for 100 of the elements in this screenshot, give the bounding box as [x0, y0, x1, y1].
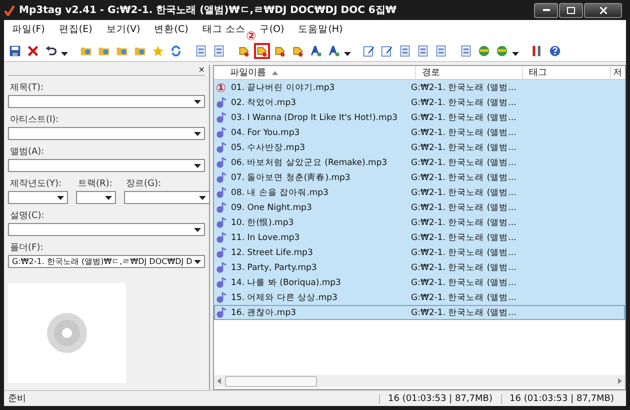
menu-item[interactable]: 편집(E): [52, 22, 98, 36]
toolbar-button[interactable]: [308, 43, 324, 59]
path-cell-text: G:₩2-1. 한국노래 (앨범...: [411, 142, 518, 154]
filename-cell-text: 10. 한(恨).mp3: [230, 216, 295, 228]
tag-icon: [274, 45, 286, 57]
menu-item[interactable]: 보기(V): [100, 22, 146, 36]
star-icon: [152, 45, 164, 57]
file-row[interactable]: 10. 한(恨).mp3 G:₩2-1. 한국노래 (앨범...: [214, 215, 625, 230]
horizontal-scrollbar[interactable]: [214, 375, 625, 387]
file-row[interactable]: 05. 수사반장.mp3 G:₩2-1. 한국노래 (앨범...: [214, 140, 625, 155]
field-label: 제작년도(Y):: [10, 178, 63, 190]
folder-icon: [98, 45, 110, 57]
scroll-left-icon[interactable]: [217, 378, 221, 384]
toolbar-button[interactable]: [547, 43, 563, 59]
minimize-button[interactable]: [534, 2, 558, 18]
menu-item[interactable]: 도움말(H): [292, 22, 349, 36]
caret-icon[interactable]: [61, 52, 68, 56]
scroll-right-icon[interactable]: [618, 378, 622, 384]
field-label: 폴더(F):: [10, 242, 44, 254]
status-message: 준비: [8, 393, 27, 405]
toolbar-button[interactable]: [326, 43, 342, 59]
music-file-icon: [216, 112, 226, 123]
combo-box[interactable]: [76, 191, 116, 204]
tag-icon: [256, 45, 268, 57]
path-cell-text: G:₩2-1. 한국노래 (앨범...: [411, 126, 518, 138]
path-cell-text: G:₩2-1. 한국노래 (앨범...: [411, 262, 518, 274]
document-icon: [195, 45, 207, 57]
tag-icon: [238, 45, 250, 57]
file-row[interactable]: 06. 바보처럼 살았군요 (Remake).mp3 G:₩2-1. 한국노래 (앨범...: [214, 155, 625, 170]
caret-icon[interactable]: [344, 52, 351, 56]
menu-item[interactable]: 파일(F): [6, 22, 51, 36]
close-button[interactable]: ×: [198, 66, 205, 74]
edit-icon: [363, 45, 375, 57]
file-row[interactable]: 03. I Wanna (Drop It Like It's Hot!).mp3 G:₩2-1. 한국노래 (앨범...: [214, 110, 625, 125]
path-cell-text: G:₩2-1. 한국노래 (앨범...: [411, 156, 518, 168]
minimize-icon: [542, 9, 550, 11]
file-row[interactable]: 15. 어제와 다른 상상.mp3 G:₩2-1. 한국노래 (앨범...: [214, 290, 625, 305]
column-header[interactable]: 저: [613, 66, 622, 79]
file-row[interactable]: 02. 착었어.mp3 G:₩2-1. 한국노래 (앨범...: [214, 95, 625, 110]
close-button[interactable]: [584, 2, 622, 18]
path-cell-text: G:₩2-1. 한국노래 (앨범...: [411, 276, 518, 288]
filename-cell-text: 01. 끝나버린 이야기.mp3: [230, 82, 336, 94]
path-cell-text: G:₩2-1. 한국노래 (앨범...: [411, 232, 518, 244]
path-cell-text: G:₩2-1. 한국노래 (앨범...: [411, 172, 518, 184]
filename-cell-text: 02. 착었어.mp3: [230, 96, 298, 108]
filename-cell-text: 09. One Night.mp3: [230, 202, 313, 212]
selection-summary: 16 (01:03:53 | 87,7MB): [379, 394, 500, 404]
path-cell-text: G:₩2-1. 한국노래 (앨범...: [411, 216, 518, 228]
column-header[interactable]: 태그: [529, 66, 547, 79]
caret-icon[interactable]: [512, 52, 519, 56]
path-cell-text: G:₩2-1. 한국노래 (앨범...: [411, 82, 518, 94]
caret-icon: [194, 228, 201, 232]
maximize-button[interactable]: [559, 2, 583, 18]
file-row[interactable]: 09. One Night.mp3 G:₩2-1. 한국노래 (앨범...: [214, 200, 625, 215]
window-title: Mp3tag v2.41 - G:₩2-1. 한국노래 (앨범)₩ㄷ,ㄹ₩DJ DOC₩DJ DOC 6집₩: [19, 4, 398, 17]
music-file-icon: [216, 142, 226, 153]
music-file-icon: [216, 292, 226, 303]
caret-icon: [194, 132, 201, 136]
caret-icon: [105, 196, 112, 200]
filename-cell-text: 05. 수사반장.mp3: [230, 142, 306, 154]
file-row[interactable]: 11. In Love.mp3 G:₩2-1. 한국노래 (앨범...: [214, 230, 625, 245]
file-row[interactable]: 08. 내 손을 잡아줘.mp3 G:₩2-1. 한국노래 (앨범...: [214, 185, 625, 200]
path-cell-text: G:₩2-1. 한국노래 (앨범...: [411, 306, 518, 318]
music-file-icon: [216, 157, 226, 168]
music-file-icon: [216, 262, 226, 273]
field-label: 트랙(R):: [78, 178, 114, 190]
music-file-icon: [216, 97, 226, 108]
refresh-icon: [170, 45, 182, 57]
toolbar-button[interactable]: [7, 43, 23, 59]
file-row[interactable]: 04. For You.mp3 G:₩2-1. 한국노래 (앨범...: [214, 125, 625, 140]
document-icon: [399, 45, 411, 57]
menu-item[interactable]: 변환(C): [148, 22, 194, 36]
music-file-icon: [216, 277, 226, 288]
filename-cell-text: 14. 나를 봐 (Boriqua).mp3: [230, 276, 342, 288]
disc-icon: [45, 311, 89, 355]
file-row[interactable]: ① 01. 끝나버린 이야기.mp3 G:₩2-1. 한국노래 (앨범...: [214, 80, 625, 95]
music-file-icon: [216, 127, 226, 138]
filename-cell-text: 16. 괜찮아.mp3: [230, 306, 298, 318]
file-row[interactable]: 16. 괜찮아.mp3 G:₩2-1. 한국노래 (앨범...: [214, 305, 625, 320]
caret-icon: [194, 260, 201, 264]
music-file-icon: [216, 217, 226, 228]
folder-icon: [116, 45, 128, 57]
document-icon: [435, 45, 447, 57]
file-row[interactable]: 14. 나를 봐 (Boriqua).mp3 G:₩2-1. 한국노래 (앨범...: [214, 275, 625, 290]
column-header[interactable]: 경로: [422, 66, 440, 79]
toolbar-button[interactable]: [25, 43, 41, 59]
path-cell-text: G:₩2-1. 한국노래 (앨범...: [411, 186, 518, 198]
edit-icon: [381, 45, 393, 57]
file-row[interactable]: 13. Party, Party.mp3 G:₩2-1. 한국노래 (앨범...: [214, 260, 625, 275]
folder-icon: [80, 45, 92, 57]
folder-icon: [134, 45, 146, 57]
combo-box[interactable]: G:₩2-1. 한국노래 (앨범)₩ㄷ,ㄹ₩DJ DOC₩DJ D: [8, 255, 205, 268]
toolbar-button[interactable]: [254, 43, 270, 59]
field-label: 설명(C):: [10, 210, 46, 222]
music-file-icon: [216, 307, 226, 318]
annotation-number: ①: [216, 82, 226, 94]
file-row[interactable]: 12. Street Life.mp3 G:₩2-1. 한국노래 (앨범...: [214, 245, 625, 260]
column-header[interactable]: 파일이름: [230, 66, 266, 79]
music-file-icon: [216, 247, 226, 258]
file-row[interactable]: 07. 돌아보면 청춘(靑春).mp3 G:₩2-1. 한국노래 (앨범...: [214, 170, 625, 185]
